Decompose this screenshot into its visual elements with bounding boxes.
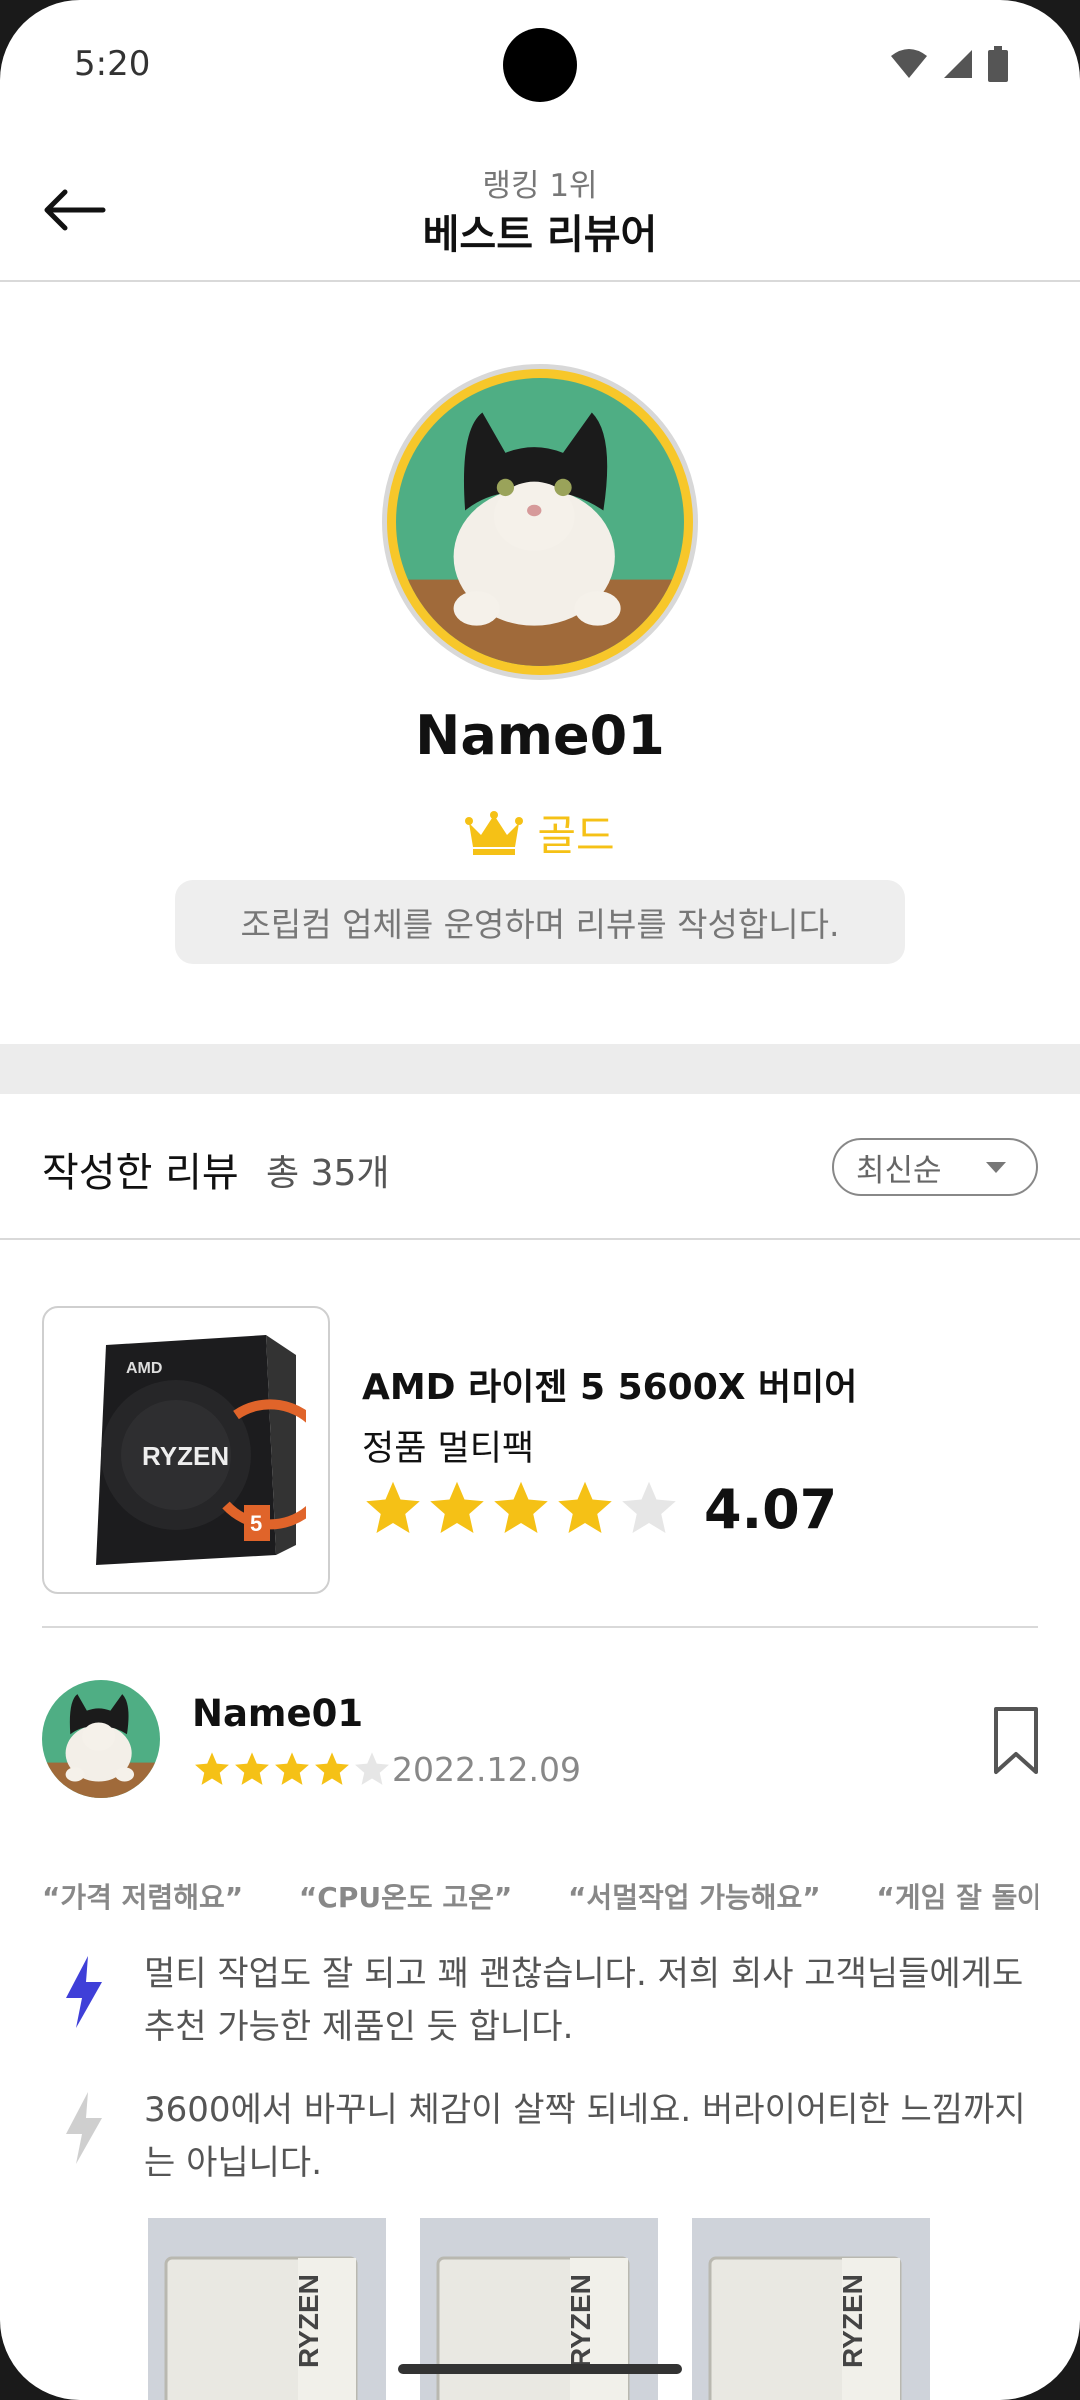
reviews-title: 작성한 리뷰 xyxy=(42,1150,239,1196)
reviews-count: 총 35개 xyxy=(266,1153,390,1194)
avatar-image xyxy=(396,378,684,666)
sort-selected: 최신순 xyxy=(856,1152,942,1189)
review-cons: 3600에서 바꾸니 체감이 살짝 되네요. 버라이어티한 느낌까지는 아닙니다… xyxy=(42,2084,1038,2194)
review-photo-label: RYZEN xyxy=(293,2274,324,2368)
grade-label: 골드 xyxy=(537,811,615,860)
phone-screen: 5:20 랭킹 1위 베스트 리뷰어 Name01 골드 조립컴 업체를 운영하… xyxy=(0,0,1080,2400)
star-icon xyxy=(430,1481,484,1533)
star-icon xyxy=(195,1752,229,1785)
front-camera xyxy=(503,28,577,102)
crown-icon xyxy=(465,810,524,855)
review-rating-stars xyxy=(192,1750,392,1788)
bookmark-icon xyxy=(994,1707,1038,1774)
review-photo[interactable]: RYZEN xyxy=(148,2218,386,2400)
page-title: 베스트 리뷰어 xyxy=(422,212,658,258)
grade-badge: 골드 xyxy=(0,802,1080,863)
reviewer-name: Name01 xyxy=(415,704,665,767)
star-icon xyxy=(558,1481,612,1533)
star-empty-icon xyxy=(622,1481,676,1533)
product-name: AMD 라이젠 5 5600X 버미어 xyxy=(362,1367,858,1408)
review-tag[interactable]: “게임 잘 돌아가요” xyxy=(876,1881,1038,1914)
product-rating-stars xyxy=(362,1478,680,1538)
lightning-icon xyxy=(66,2092,102,2164)
caret-down-icon xyxy=(986,1162,1006,1173)
star-empty-icon xyxy=(355,1752,389,1785)
star-icon xyxy=(275,1752,309,1785)
review-avatar xyxy=(42,1680,160,1798)
review-photo[interactable]: RYZEN xyxy=(692,2218,930,2400)
wifi-icon xyxy=(891,49,927,78)
bookmark-button[interactable] xyxy=(992,1706,1040,1780)
ranking-label: 랭킹 1위 xyxy=(482,168,598,204)
app-header: 랭킹 1위 베스트 리뷰어 xyxy=(0,130,1080,282)
avatar xyxy=(382,364,698,680)
status-bar: 5:20 xyxy=(0,0,1080,130)
product-subname: 정품 멀티팩 xyxy=(362,1429,535,1469)
reviewer-bio: 조립컴 업체를 운영하며 리뷰를 작성합니다. xyxy=(175,880,905,964)
star-icon xyxy=(235,1752,269,1785)
section-divider xyxy=(0,1044,1080,1094)
review-tag[interactable]: “가격 저렴해요” xyxy=(42,1881,243,1914)
product-card[interactable]: RYZEN AMD 5 AMD 라이젠 5 5600X 버미어 정품 멀티팩 4… xyxy=(42,1306,1038,1628)
review-tags: “가격 저렴해요” “CPU온도 고온” “서멀작업 가능해요” “게임 잘 돌… xyxy=(42,1876,1038,1916)
review-author: Name01 xyxy=(192,1692,364,1735)
lightning-icon xyxy=(66,1956,102,2028)
sort-dropdown[interactable]: 최신순 xyxy=(832,1138,1038,1196)
star-icon xyxy=(366,1481,420,1533)
star-icon xyxy=(315,1752,349,1785)
review-pros-text: 멀티 작업도 잘 되고 꽤 괜찮습니다. 저희 회사 고객님들에게도 추천 가능… xyxy=(144,1954,1024,2047)
review-photo-label: RYZEN xyxy=(565,2274,596,2368)
reviews-header: 작성한 리뷰 총 35개 최신순 xyxy=(0,1094,1080,1240)
review-cons-text: 3600에서 바꾸니 체감이 살짝 되네요. 버라이어티한 느낌까지는 아닙니다… xyxy=(144,2090,1026,2183)
star-icon xyxy=(494,1481,548,1533)
battery-icon xyxy=(988,46,1008,82)
product-box-number: 5 xyxy=(250,1511,262,1536)
review-tag[interactable]: “CPU온도 고온” xyxy=(299,1881,512,1914)
product-box-label: RYZEN xyxy=(142,1441,229,1471)
review-tag[interactable]: “서멀작업 가능해요” xyxy=(568,1881,821,1914)
review-pros: 멀티 작업도 잘 되고 꽤 괜찮습니다. 저희 회사 고객님들에게도 추천 가능… xyxy=(42,1948,1038,2058)
product-image: RYZEN AMD 5 xyxy=(42,1306,330,1594)
status-icons xyxy=(890,46,1008,82)
status-time: 5:20 xyxy=(74,44,151,84)
home-indicator[interactable] xyxy=(398,2364,682,2374)
reviewer-profile: Name01 골드 조립컴 업체를 운영하며 리뷰를 작성합니다. xyxy=(0,284,1080,1044)
product-box-brand: AMD xyxy=(126,1360,162,1377)
product-rating-value: 4.07 xyxy=(704,1478,838,1541)
review-photo-label: RYZEN xyxy=(837,2274,868,2368)
review-date: 2022.12.09 xyxy=(392,1750,581,1789)
signal-icon xyxy=(944,50,972,78)
